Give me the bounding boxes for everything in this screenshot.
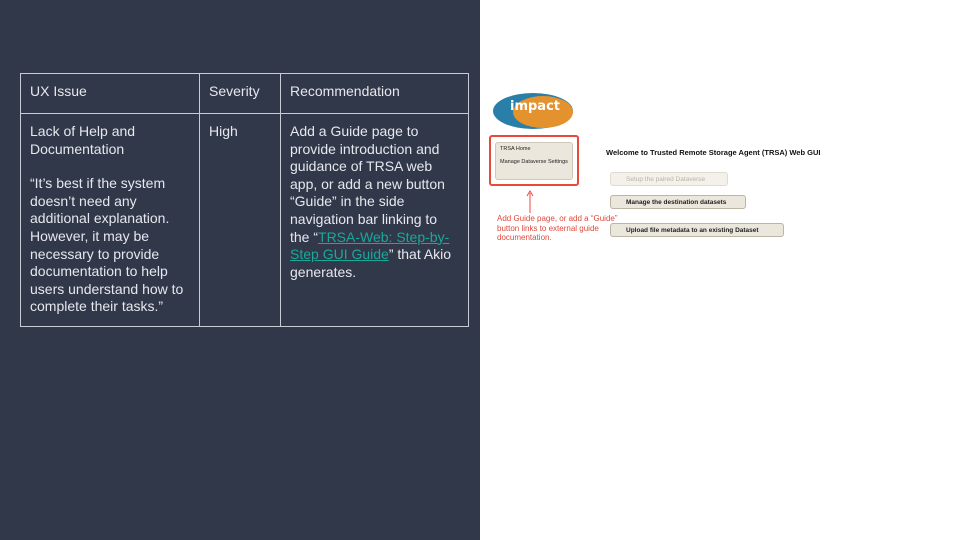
table-row: Lack of Help and Documentation “It’s bes…	[20, 113, 469, 327]
recommendation-text-before: Add a Guide page to provide introduction…	[290, 123, 445, 245]
issue-title: Lack of Help and Documentation	[30, 123, 136, 157]
table-header-row: UX Issue Severity Recommendation	[20, 73, 469, 114]
issue-quote: “It’s best if the system doesn’t need an…	[30, 175, 184, 315]
highlight-box	[489, 135, 579, 186]
logo-text: impact	[510, 99, 561, 114]
slide-right-panel: impact TRSA Home Manage Dataverse Settin…	[480, 0, 960, 540]
slide-left-panel: UX Issue Severity Recommendation Lack of…	[0, 0, 480, 540]
header-recommendation: Recommendation	[280, 73, 469, 114]
manage-datasets-button[interactable]: Manage the destination datasets	[610, 195, 746, 209]
severity-cell: High	[199, 113, 281, 327]
upload-metadata-button[interactable]: Upload file metadata to an existing Data…	[610, 223, 784, 237]
header-severity: Severity	[199, 73, 281, 114]
issue-cell: Lack of Help and Documentation “It’s bes…	[20, 113, 200, 327]
ux-issue-table: UX Issue Severity Recommendation Lack of…	[20, 73, 469, 327]
annotation-note: Add Guide page, or add a “Guide” button …	[497, 214, 618, 243]
welcome-title: Welcome to Trusted Remote Storage Agent …	[606, 148, 821, 157]
recommendation-cell: Add a Guide page to provide introduction…	[280, 113, 469, 327]
header-ux-issue: UX Issue	[20, 73, 200, 114]
setup-dataverse-button[interactable]: Setup the paired Dataverse	[610, 172, 728, 186]
arrow-up-icon	[526, 190, 534, 213]
